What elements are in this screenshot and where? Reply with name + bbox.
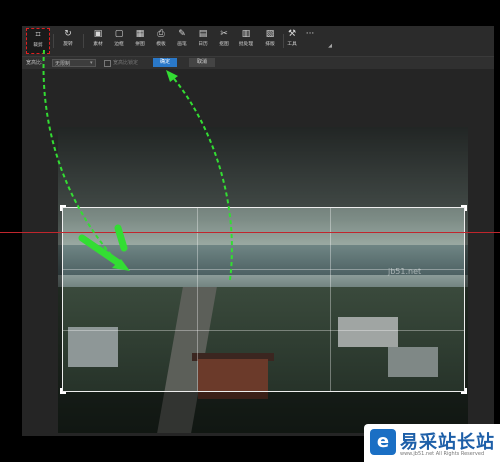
crop-selection[interactable] (60, 205, 467, 394)
frame-label: 边框 (114, 41, 124, 47)
aspect-lock-checkbox[interactable] (104, 60, 111, 67)
rotate-label: 旋转 (63, 41, 73, 47)
chevron-down-icon: ▾ (90, 60, 93, 66)
crop-mask-top (58, 127, 468, 207)
logo-url: www.jb51.net All Rights Reserved (400, 451, 485, 457)
layout-label: 排版 (265, 41, 275, 47)
main-toolbar: ⌗ 裁剪 ↻ 旋转 ▣ 素材 ▢ 边框 ▦ 拼图 ⎙ 模板 ✎ 画笔 ▤ 日历 … (22, 26, 494, 56)
ratio-value: 无限制 (55, 60, 71, 67)
crop-handle-top-right[interactable] (461, 205, 467, 211)
crop-grid-line (330, 208, 332, 391)
layout-tool[interactable]: ▧ 排版 (258, 28, 282, 54)
crop-label: 裁剪 (33, 42, 43, 48)
cutout-tool[interactable]: ✂ 抠图 (212, 28, 236, 54)
toolbar-divider (53, 34, 54, 48)
crop-handle-bottom-right[interactable] (461, 388, 467, 394)
logo-mark-icon: e (370, 429, 396, 455)
confirm-button[interactable]: 确定 (153, 58, 177, 67)
crop-handle-bottom-left[interactable] (60, 388, 66, 394)
photo-editor-window: ⌗ 裁剪 ↻ 旋转 ▣ 素材 ▢ 边框 ▦ 拼图 ⎙ 模板 ✎ 画笔 ▤ 日历 … (22, 26, 494, 436)
site-logo: e 易采站长站 www.jb51.net All Rights Reserved (364, 424, 500, 462)
guide-line (0, 232, 500, 233)
cutout-icon: ✂ (220, 29, 228, 39)
crop-handle-top-left[interactable] (60, 205, 66, 211)
calendar-label: 日历 (198, 41, 208, 47)
expand-arrow-icon[interactable]: ◢ (328, 43, 332, 49)
cutout-label: 抠图 (219, 41, 229, 47)
cancel-button[interactable]: 取消 (189, 58, 215, 67)
crop-options-bar: 宽高比: 无限制 ▾ 宽高比锁定 确定 取消 (22, 56, 494, 69)
aspect-lock-label: 宽高比锁定 (113, 60, 139, 66)
rotate-tool[interactable]: ↻ 旋转 (56, 28, 80, 54)
toolbar-divider (83, 34, 84, 48)
layout-icon: ▧ (265, 29, 275, 39)
crop-grid-line (196, 208, 198, 391)
ratio-label: 宽高比: (26, 60, 43, 66)
crop-mask-right (465, 207, 468, 392)
collage-label: 拼图 (135, 41, 145, 47)
batch-label: 批处理 (238, 41, 254, 47)
batch-tool[interactable]: ▥ 批处理 (234, 28, 258, 54)
more-icon: ··· (305, 29, 315, 39)
crop-icon: ⌗ (35, 30, 41, 40)
brush-label: 画笔 (177, 41, 187, 47)
sticker-label: 素材 (93, 41, 103, 47)
crop-grid-line (63, 329, 464, 331)
crop-grid-line (63, 268, 464, 270)
rotate-icon: ↻ (64, 29, 72, 39)
more-tool[interactable]: ··· (298, 28, 322, 54)
template-label: 模板 (156, 41, 166, 47)
photo: jb51.net (58, 127, 468, 433)
batch-icon: ▥ (241, 29, 251, 39)
crop-tool[interactable]: ⌗ 裁剪 (26, 28, 50, 54)
image-canvas: jb51.net (22, 69, 494, 436)
